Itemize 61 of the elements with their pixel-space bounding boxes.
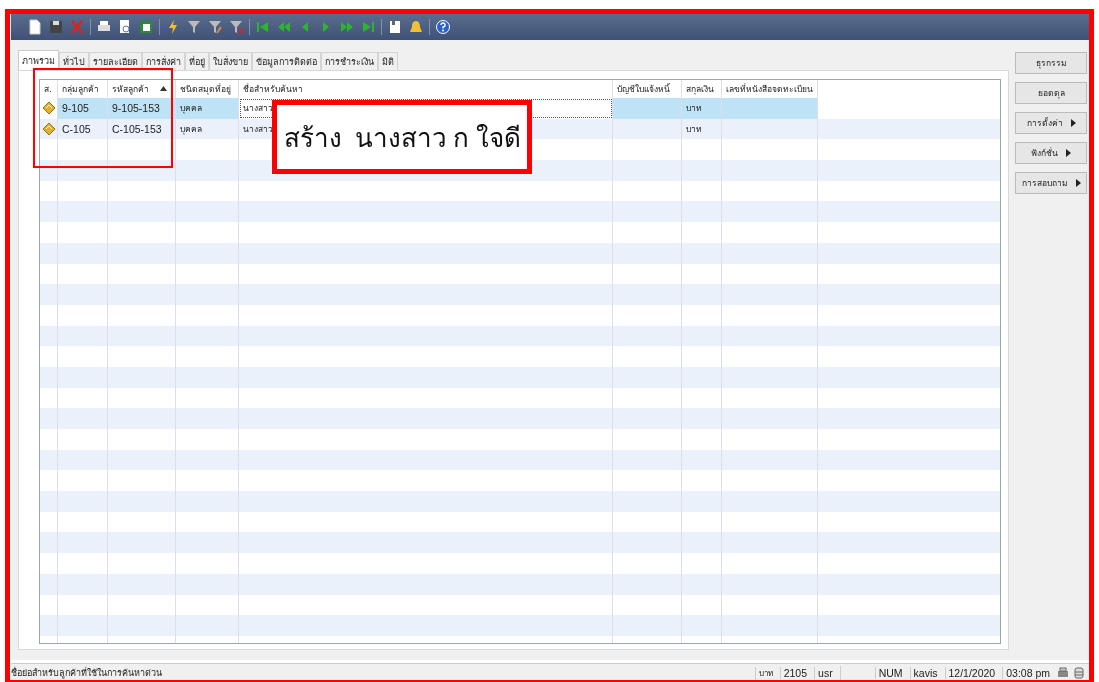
column-header[interactable]: กลุ่มลูกค้า bbox=[62, 82, 99, 96]
table-cell: 9-105-153 bbox=[112, 102, 160, 115]
filter-x-icon[interactable] bbox=[228, 19, 244, 35]
tab[interactable]: การชำระเงิน bbox=[321, 52, 378, 70]
printer-icon[interactable] bbox=[1057, 667, 1069, 679]
save-icon[interactable] bbox=[48, 19, 64, 35]
side-button[interactable]: ฟังก์ชั่น bbox=[1015, 142, 1087, 164]
status-message: ชื่อย่อสำหรับลูกค้าที่ใช้ในการค้นหาด่วน bbox=[11, 666, 162, 680]
tab[interactable]: ที่อยู่ bbox=[185, 52, 209, 70]
submenu-arrow-icon bbox=[1066, 149, 1071, 157]
table-cell-text: นางสาว bbox=[243, 102, 273, 116]
tab[interactable]: ใบสั่งขาย bbox=[209, 52, 252, 70]
status-field: kavis bbox=[909, 667, 941, 679]
column-header[interactable]: รหัสลูกค้า bbox=[112, 82, 149, 96]
side-button[interactable]: การสอบถาม bbox=[1015, 172, 1087, 194]
table-cell-text: นางสาว bbox=[243, 123, 273, 137]
bell-icon[interactable] bbox=[408, 19, 424, 35]
submenu-arrow-icon bbox=[1070, 119, 1076, 127]
table-cell-text: บาท bbox=[686, 123, 702, 137]
table-cell: C-105 bbox=[62, 123, 91, 136]
last-icon[interactable] bbox=[360, 19, 376, 35]
side-button[interactable]: ธุรกรรม bbox=[1015, 52, 1087, 74]
database-icon[interactable] bbox=[1073, 667, 1085, 679]
status-field: 12/1/2020 bbox=[944, 667, 999, 679]
tab[interactable]: มิติ bbox=[378, 52, 398, 70]
column-header[interactable]: ชนิดสมุดที่อยู่ bbox=[180, 82, 231, 96]
column-header[interactable]: ส. bbox=[44, 82, 52, 96]
tab[interactable]: การสั่งค่า bbox=[142, 52, 185, 70]
book-icon bbox=[42, 101, 56, 116]
preview-icon[interactable] bbox=[117, 19, 133, 35]
submenu-arrow-icon bbox=[1075, 179, 1081, 187]
page-icon[interactable] bbox=[27, 19, 43, 35]
book-icon bbox=[42, 122, 56, 137]
side-button[interactable]: ยอดดุล bbox=[1015, 82, 1087, 104]
double-right-icon[interactable] bbox=[339, 19, 355, 35]
status-field: 03:08 pm bbox=[1002, 667, 1053, 679]
sort-ascending-icon bbox=[160, 86, 167, 91]
table-cell-text: บาท bbox=[686, 102, 702, 116]
side-button[interactable]: การตั้งค่า bbox=[1015, 112, 1087, 134]
column-header[interactable]: สกุลเงิน bbox=[686, 82, 714, 96]
status-field: NUM bbox=[874, 667, 906, 679]
filter-icon[interactable] bbox=[186, 19, 202, 35]
column-header[interactable]: เลขที่หนังสือจดทะเบียน bbox=[726, 82, 813, 96]
status-field: บาท bbox=[754, 666, 776, 680]
column-header[interactable]: บัญชีใบแจ้งหนี้ bbox=[617, 82, 670, 96]
note-icon[interactable] bbox=[387, 19, 403, 35]
status-field: 2105 bbox=[779, 667, 811, 679]
table-cell: 9-105 bbox=[62, 102, 89, 115]
tab[interactable]: ข้อมูลการติดต่อ bbox=[252, 52, 321, 70]
table-cell: C-105-153 bbox=[112, 123, 162, 136]
column-header[interactable]: ชื่อสำหรับค้นหา bbox=[243, 82, 303, 96]
table-cell-text: บุคคล bbox=[180, 102, 202, 116]
spreadsheet-icon[interactable] bbox=[138, 19, 154, 35]
double-left-icon[interactable] bbox=[276, 19, 292, 35]
tab[interactable]: ภาพรวม bbox=[18, 50, 59, 70]
annotation-tooltip: สร้าง นางสาว ก ใจดี bbox=[272, 100, 532, 174]
first-icon[interactable] bbox=[255, 19, 271, 35]
table-cell-text: บุคคล bbox=[180, 123, 202, 137]
status-field: usr bbox=[814, 667, 836, 679]
help-icon[interactable] bbox=[435, 19, 451, 35]
filter-pencil-icon[interactable] bbox=[207, 19, 223, 35]
